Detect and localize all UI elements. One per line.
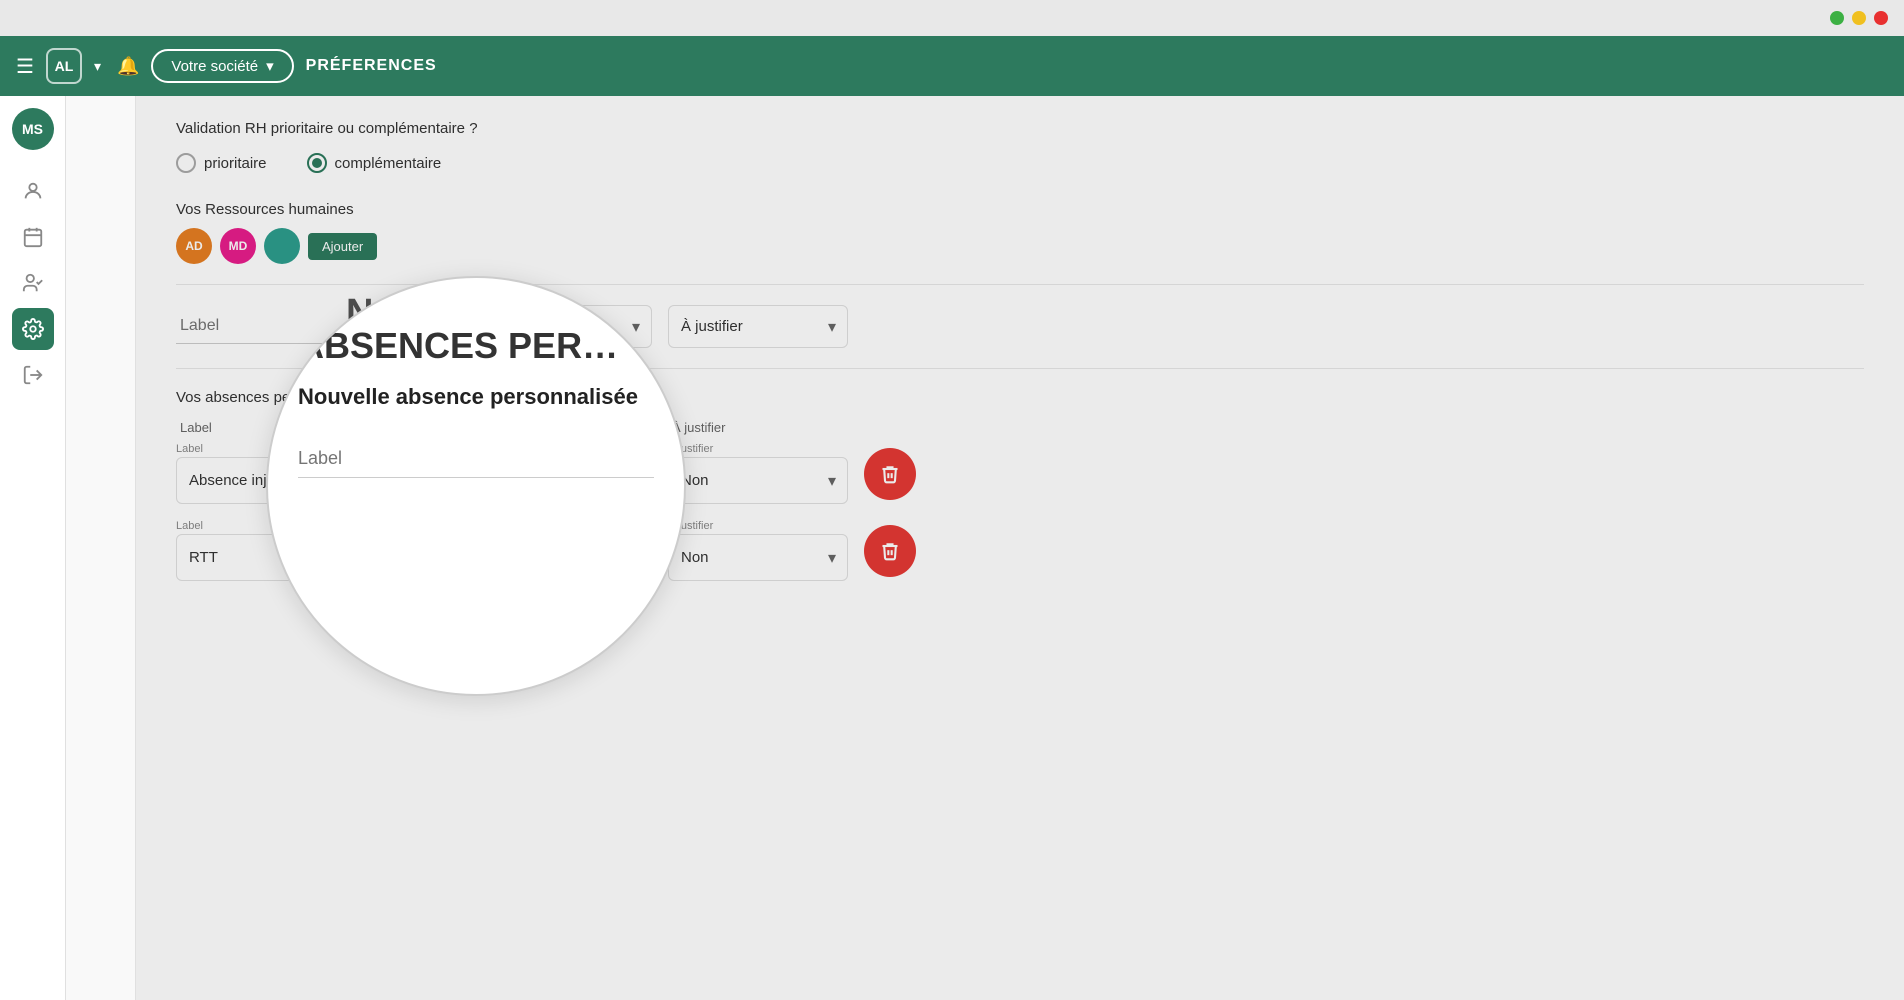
sidebar-icon-logout[interactable] — [12, 354, 54, 396]
topnav: ☰ AL ▾ 🔔 Votre société ▾ PRÉFERENCES — [0, 36, 1904, 96]
logo-button[interactable]: AL — [46, 48, 82, 84]
window-btn-green[interactable] — [1830, 11, 1844, 25]
window-btn-red[interactable] — [1874, 11, 1888, 25]
hamburger-icon[interactable]: ☰ — [16, 54, 34, 79]
sidebar-icon-calendar[interactable] — [12, 216, 54, 258]
sidebar-strip: MS — [0, 96, 66, 1000]
modal-overlay-absences: ABSENCES PER… — [298, 326, 618, 366]
sidebar-secondary — [66, 96, 136, 1000]
sidebar-icon-settings[interactable] — [12, 308, 54, 350]
main-layout: MS — [0, 96, 1904, 1000]
votre-societe-button[interactable]: Votre société ▾ — [151, 49, 293, 83]
window-bar — [0, 0, 1904, 36]
sidebar-icon-person[interactable] — [12, 170, 54, 212]
preferences-button[interactable]: PRÉFERENCES — [306, 57, 437, 75]
logo-arrow-icon[interactable]: ▾ — [94, 58, 101, 75]
sidebar-icon-person-check[interactable] — [12, 262, 54, 304]
modal-title: Nouvelle absence personnalisée — [298, 384, 638, 410]
window-btn-yellow[interactable] — [1852, 11, 1866, 25]
main-content: Validation RH prioritaire ou complémenta… — [136, 96, 1904, 1000]
user-avatar: MS — [12, 108, 54, 150]
modal-label-input[interactable] — [298, 440, 654, 478]
modal-circle: ABSENCES PER… Nouvelle absence personnal… — [266, 276, 686, 696]
bell-icon[interactable]: 🔔 — [117, 56, 139, 77]
